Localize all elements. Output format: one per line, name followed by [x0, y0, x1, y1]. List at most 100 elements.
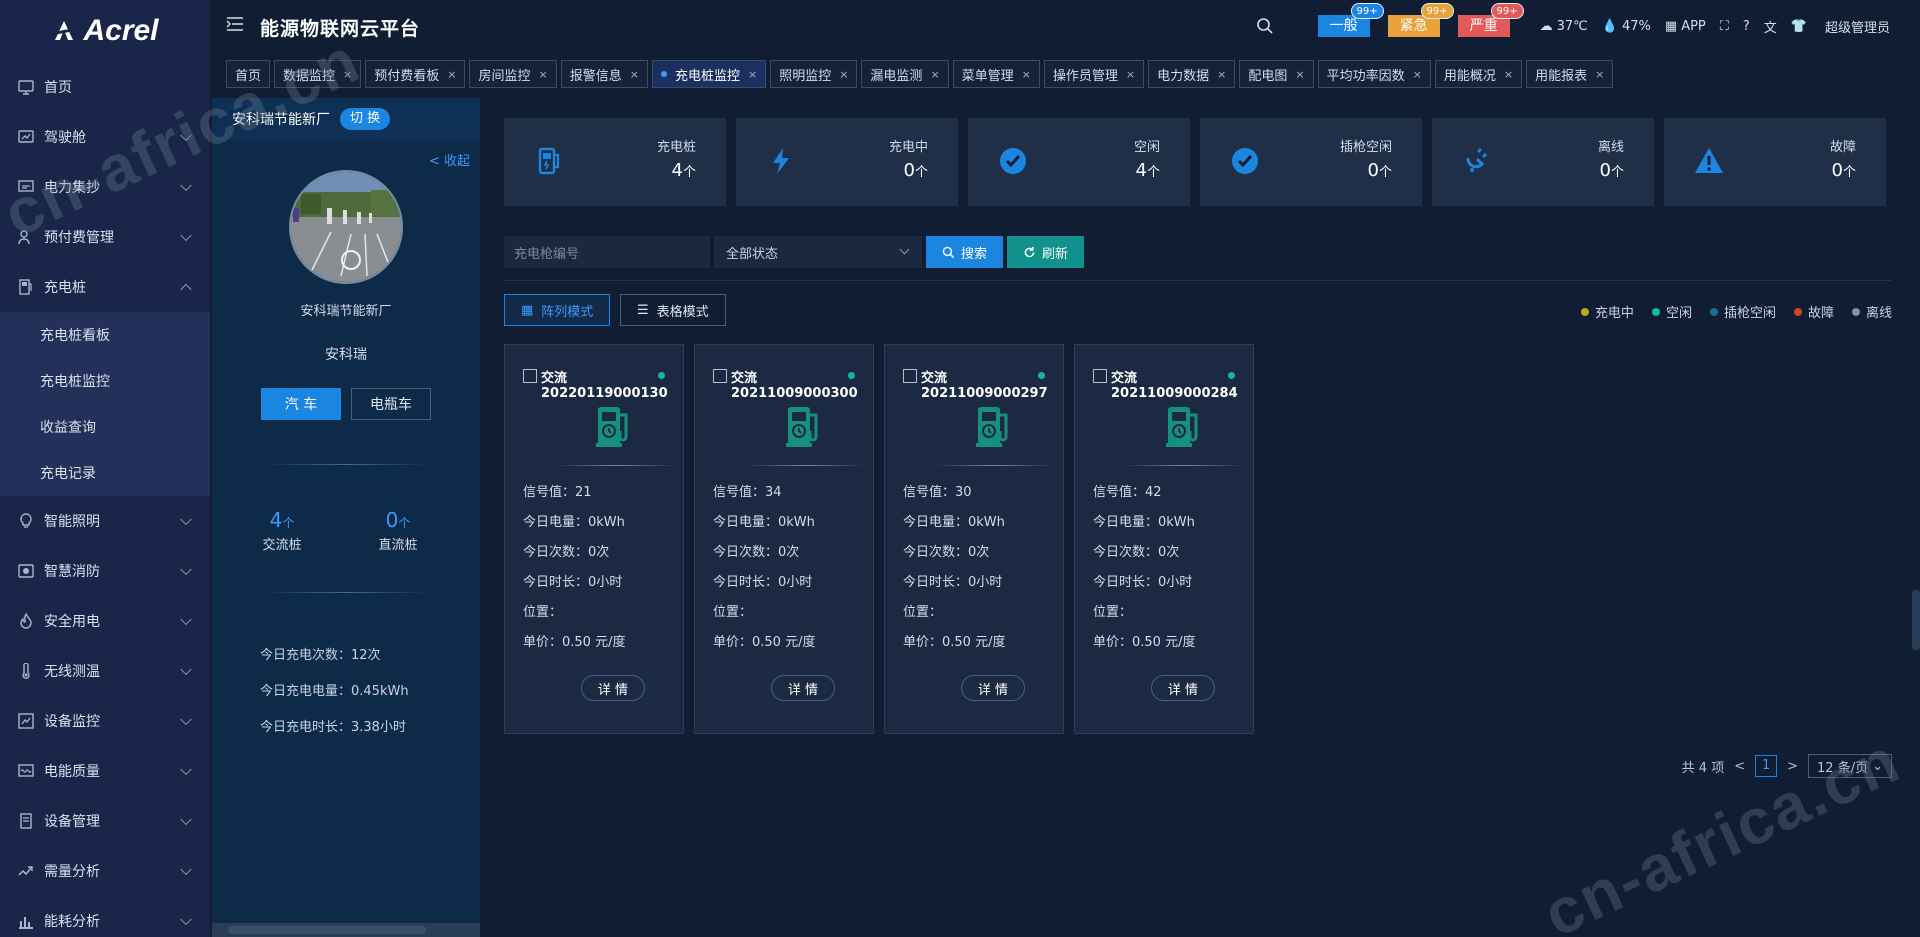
fullscreen-icon[interactable]: ⛶: [1720, 19, 1729, 34]
gun-number-input[interactable]: 充电枪编号: [504, 236, 710, 268]
detail-button[interactable]: 详 情: [961, 675, 1025, 701]
tab-8[interactable]: 菜单管理 ×: [952, 60, 1040, 88]
tab-4[interactable]: 报警信息 ×: [560, 60, 648, 88]
tab-13[interactable]: 用能概况 ×: [1434, 60, 1523, 88]
tab-14[interactable]: 用能报表 ×: [1526, 60, 1614, 88]
tab-bar: 首页 数据监控 × 预付费看板 × 房间监控 × 报警信息 × 充电桩监控 × 照明监控 × 漏电监测 × 菜…: [210, 60, 1920, 90]
sidebar-item-2[interactable]: 电力集抄: [0, 162, 210, 212]
tab-7[interactable]: 漏电监测 ×: [861, 60, 949, 88]
tab-2[interactable]: 预付费看板 ×: [365, 60, 466, 88]
close-icon[interactable]: ×: [539, 68, 548, 81]
search-button[interactable]: 搜索: [926, 236, 1004, 268]
tab-11[interactable]: 配电图 ×: [1239, 60, 1314, 88]
station-panel: 安科瑞节能新厂 切 换 < 收起 安科瑞节能新厂 安科瑞 汽 车 电瓶车 4个 …: [212, 98, 480, 937]
sidebar-item-b3[interactable]: 无线测温: [0, 646, 210, 696]
close-icon[interactable]: ×: [1217, 68, 1226, 81]
pile-checkbox[interactable]: [523, 369, 537, 383]
alert-label: 严重: [1469, 18, 1498, 34]
alert-button-0[interactable]: 一般 99+: [1317, 3, 1384, 37]
sidebar-item-b8[interactable]: 能耗分析: [0, 896, 210, 937]
collapse-button[interactable]: < 收起: [429, 150, 470, 169]
chevron-down-icon: [180, 713, 192, 726]
tab-0[interactable]: 首页: [226, 60, 271, 88]
sidebar-item-3[interactable]: 预付费管理: [0, 212, 210, 262]
tab-3[interactable]: 房间监控 ×: [469, 60, 557, 88]
divider: [262, 592, 430, 593]
theme-shirt-icon[interactable]: 👕: [1791, 19, 1807, 34]
app-link[interactable]: ▦ APP: [1665, 19, 1706, 34]
dashboard-icon: [18, 129, 34, 145]
sidebar-item-b0[interactable]: 智能照明: [0, 496, 210, 546]
submenu-item-1[interactable]: 充电桩监控: [0, 358, 210, 404]
menu-fold-icon[interactable]: [226, 16, 244, 32]
pile-energy: 今日电量：0kWh: [1093, 515, 1195, 530]
pile-checkbox[interactable]: [713, 369, 727, 383]
close-icon[interactable]: ×: [930, 68, 939, 81]
language-icon[interactable]: 文: [1764, 17, 1777, 36]
prev-page-icon[interactable]: <: [1734, 759, 1745, 774]
close-icon[interactable]: ×: [1022, 68, 1031, 81]
sidebar-item-0[interactable]: 首页: [0, 62, 210, 112]
table-mode-button[interactable]: ☰ 表格模式: [620, 294, 726, 326]
sidebar-item-b1[interactable]: 智慧消防: [0, 546, 210, 596]
alert-button-2[interactable]: 严重 99+: [1457, 3, 1524, 37]
header-tools: 一般 99+ 紧急 99+ 严重 99+ ☁ 37℃ 💧 47% ▦ APP ⛶ ? 文 👕 超…: [1256, 0, 1920, 52]
sidebar-item-label: 驾驶舱: [44, 130, 86, 146]
sidebar-item-b7[interactable]: 需量分析: [0, 846, 210, 896]
close-icon[interactable]: ×: [748, 68, 757, 81]
detail-button[interactable]: 详 情: [771, 675, 835, 701]
ebike-button[interactable]: 电瓶车: [351, 388, 431, 420]
sidebar-item-b4[interactable]: 设备监控: [0, 696, 210, 746]
grid-icon: ▦: [521, 302, 534, 318]
help-icon[interactable]: ?: [1743, 19, 1750, 34]
car-button[interactable]: 汽 车: [261, 388, 341, 420]
close-icon[interactable]: ×: [1595, 68, 1604, 81]
alert-button-1[interactable]: 紧急 99+: [1387, 3, 1454, 37]
tab-12[interactable]: 平均功率因数 ×: [1317, 60, 1431, 88]
close-icon[interactable]: ×: [1413, 68, 1422, 81]
device-manage-icon: [18, 813, 34, 829]
close-icon[interactable]: ×: [1126, 68, 1135, 81]
ac-count: 4个: [269, 508, 295, 532]
refresh-button[interactable]: 刷新: [1007, 236, 1085, 268]
status-dot-icon: [1793, 307, 1802, 316]
horizontal-scrollbar[interactable]: [212, 923, 480, 937]
submenu-item-2[interactable]: 收益查询: [0, 404, 210, 450]
tab-9[interactable]: 操作员管理 ×: [1043, 60, 1145, 88]
sidebar-item-4[interactable]: 充电桩: [0, 262, 210, 312]
user-name[interactable]: 超级管理员: [1825, 17, 1890, 36]
switch-station-button[interactable]: 切 换: [340, 108, 391, 130]
close-icon[interactable]: ×: [447, 68, 456, 81]
close-icon[interactable]: ×: [1295, 68, 1304, 81]
page-size-select[interactable]: 12 条/页 ⌄: [1808, 754, 1892, 778]
status-select[interactable]: 全部状态: [714, 236, 922, 268]
chevron-down-icon: [180, 913, 192, 926]
sidebar-item-1[interactable]: 驾驶舱: [0, 112, 210, 162]
chevron-down-icon: [180, 813, 192, 826]
status-dot-icon: [1580, 307, 1589, 316]
close-icon[interactable]: ×: [1504, 68, 1513, 81]
tab-6[interactable]: 照明监控 ×: [770, 60, 858, 88]
sidebar-item-b5[interactable]: 电能质量: [0, 746, 210, 796]
pile-checkbox[interactable]: [903, 369, 917, 383]
sidebar-item-b2[interactable]: 安全用电: [0, 596, 210, 646]
tab-1[interactable]: 数据监控 ×: [274, 60, 362, 88]
search-icon[interactable]: [1256, 17, 1274, 35]
page-number[interactable]: 1: [1755, 755, 1778, 777]
close-icon[interactable]: ×: [630, 68, 639, 81]
detail-button[interactable]: 详 情: [581, 675, 645, 701]
submenu-item-0[interactable]: 充电桩看板: [0, 312, 210, 358]
close-icon[interactable]: ×: [343, 68, 352, 81]
vertical-scrollbar[interactable]: [1912, 590, 1920, 650]
pile-checkbox[interactable]: [1093, 369, 1107, 383]
detail-button[interactable]: 详 情: [1151, 675, 1215, 701]
close-icon[interactable]: ×: [839, 68, 848, 81]
tab-5[interactable]: 充电桩监控 ×: [651, 60, 767, 88]
water-drop-icon: 💧: [1601, 18, 1618, 34]
tab-10[interactable]: 电力数据 ×: [1148, 60, 1236, 88]
next-page-icon[interactable]: >: [1787, 759, 1798, 774]
submenu-item-3[interactable]: 充电记录: [0, 450, 210, 496]
dc-label: 直流桩: [378, 538, 418, 553]
sidebar-item-b6[interactable]: 设备管理: [0, 796, 210, 846]
array-mode-button[interactable]: ▦ 阵列模式: [504, 294, 611, 326]
